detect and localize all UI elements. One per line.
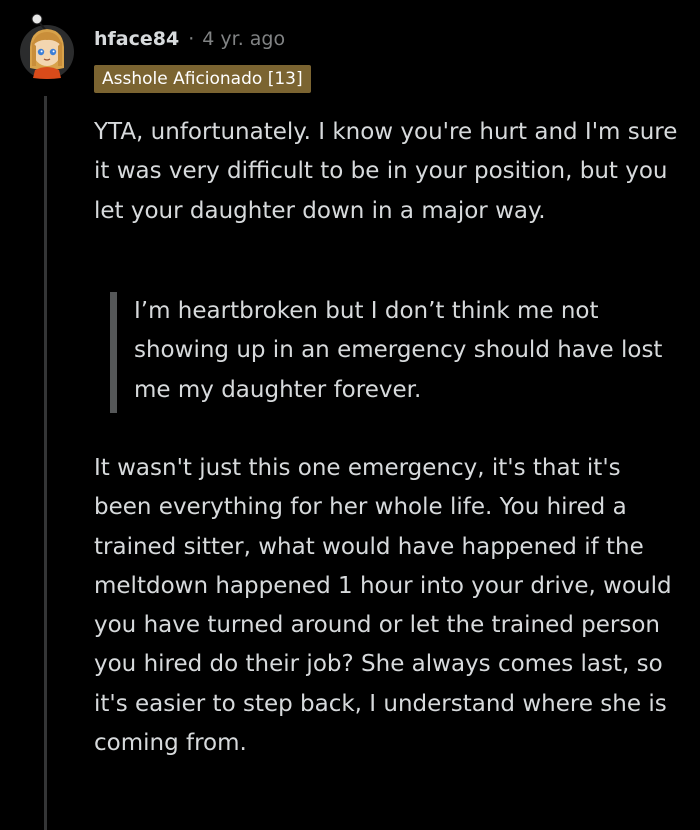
thread-line[interactable] bbox=[44, 96, 47, 830]
user-flair: Asshole Aficionado [13] bbox=[94, 65, 311, 93]
comment-blockquote: I’m heartbroken but I don’t think me not… bbox=[134, 298, 663, 403]
meta-separator: · bbox=[188, 28, 195, 50]
comment-paragraph-2: It wasn't just this one emergency, it's … bbox=[94, 455, 672, 757]
comment-timestamp[interactable]: 4 yr. ago bbox=[202, 28, 285, 50]
comment-paragraph-1: YTA, unfortunately. I know you're hurt a… bbox=[94, 119, 678, 224]
comment-header: hface84 · 4 yr. ago bbox=[94, 24, 285, 54]
avatar-icon[interactable] bbox=[19, 12, 75, 80]
author-username[interactable]: hface84 bbox=[94, 28, 179, 50]
blockquote-bar bbox=[110, 292, 117, 413]
